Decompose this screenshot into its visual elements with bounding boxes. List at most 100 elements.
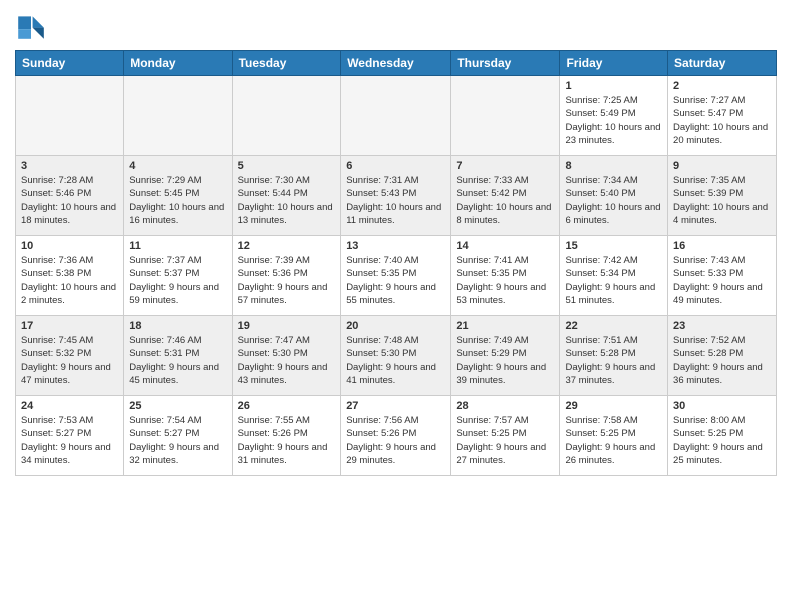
calendar-cell: 19 Sunrise: 7:47 AMSunset: 5:30 PMDayligh… [232,316,341,396]
day-number: 20 [346,320,445,332]
calendar-cell: 29Sunrise: 7:58 AMSunset: 5:25 PMDayligh… [560,396,668,476]
day-number: 5 [238,160,336,172]
day-number: 10 [21,240,118,252]
day-info: Sunrise: 7:46 AMSunset: 5:31 PMDaylight:… [129,334,226,387]
day-info: Sunrise: 7:58 AMSunset: 5:25 PMDaylight:… [565,414,662,467]
logo-icon [15,10,47,42]
calendar-header-sunday: Sunday [16,51,124,76]
day-number: 27 [346,400,445,412]
day-info: Sunrise: 7:52 AMSunset: 5:28 PMDaylight:… [673,334,771,387]
day-number: 11 [129,240,226,252]
day-info: Sunrise: 7:43 AMSunset: 5:33 PMDaylight:… [673,254,771,307]
calendar-cell: 28 Sunrise: 7:57 AMSunset: 5:25 PMDayligh… [451,396,560,476]
day-info: Sunrise: 7:40 AMSunset: 5:35 PMDaylight:… [346,254,445,307]
calendar-cell: 30 Sunrise: 8:00 AMSunset: 5:25 PMDayligh… [668,396,777,476]
calendar-cell: 13 Sunrise: 7:40 AMSunset: 5:35 PMDayligh… [341,236,451,316]
calendar-cell: 26Sunrise: 7:55 AMSunset: 5:26 PMDayligh… [232,396,341,476]
day-info: Sunrise: 7:37 AMSunset: 5:37 PMDaylight:… [129,254,226,307]
day-info: Sunrise: 7:53 AMSunset: 5:27 PMDaylight:… [21,414,118,467]
day-number: 24 [21,400,118,412]
day-number: 19 [238,320,336,332]
calendar-cell: 8Sunrise: 7:34 AMSunset: 5:40 PMDaylight… [560,156,668,236]
calendar-cell: 21 Sunrise: 7:49 AMSunset: 5:29 PMDayligh… [451,316,560,396]
page: SundayMondayTuesdayWednesdayThursdayFrid… [0,0,792,486]
day-number: 26 [238,400,336,412]
day-number: 1 [565,80,662,92]
calendar-cell: 2 Sunrise: 7:27 AMSunset: 5:47 PMDaylight… [668,76,777,156]
day-number: 14 [456,240,554,252]
calendar-cell: 11 Sunrise: 7:37 AMSunset: 5:37 PMDayligh… [124,236,232,316]
calendar-cell: 5 Sunrise: 7:30 AMSunset: 5:44 PMDaylight… [232,156,341,236]
calendar-week-row: 10 Sunrise: 7:36 AMSunset: 5:38 PMDayligh… [16,236,777,316]
day-info: Sunrise: 7:45 AMSunset: 5:32 PMDaylight:… [21,334,118,387]
day-number: 28 [456,400,554,412]
day-number: 9 [673,160,771,172]
day-number: 13 [346,240,445,252]
day-number: 15 [565,240,662,252]
calendar-cell: 20 Sunrise: 7:48 AMSunset: 5:30 PMDayligh… [341,316,451,396]
calendar-week-row: 24 Sunrise: 7:53 AMSunset: 5:27 PMDayligh… [16,396,777,476]
day-info: Sunrise: 7:41 AMSunset: 5:35 PMDaylight:… [456,254,554,307]
calendar-header-friday: Friday [560,51,668,76]
day-number: 18 [129,320,226,332]
calendar-cell: 3 Sunrise: 7:28 AMSunset: 5:46 PMDaylight… [16,156,124,236]
day-info: Sunrise: 7:57 AMSunset: 5:25 PMDaylight:… [456,414,554,467]
day-number: 21 [456,320,554,332]
calendar-cell [341,76,451,156]
day-info: Sunrise: 7:25 AMSunset: 5:49 PMDaylight:… [565,94,662,147]
day-info: Sunrise: 7:54 AMSunset: 5:27 PMDaylight:… [129,414,226,467]
calendar-header-thursday: Thursday [451,51,560,76]
header [15,10,777,42]
calendar-cell [232,76,341,156]
calendar-cell: 6 Sunrise: 7:31 AMSunset: 5:43 PMDaylight… [341,156,451,236]
day-number: 17 [21,320,118,332]
day-number: 23 [673,320,771,332]
day-info: Sunrise: 7:29 AMSunset: 5:45 PMDaylight:… [129,174,226,227]
calendar-cell: 14 Sunrise: 7:41 AMSunset: 5:35 PMDayligh… [451,236,560,316]
day-number: 22 [565,320,662,332]
calendar-cell: 22Sunrise: 7:51 AMSunset: 5:28 PMDayligh… [560,316,668,396]
day-info: Sunrise: 7:56 AMSunset: 5:26 PMDaylight:… [346,414,445,467]
day-info: Sunrise: 7:48 AMSunset: 5:30 PMDaylight:… [346,334,445,387]
day-number: 2 [673,80,771,92]
calendar-cell: 17 Sunrise: 7:45 AMSunset: 5:32 PMDayligh… [16,316,124,396]
calendar-header-row: SundayMondayTuesdayWednesdayThursdayFrid… [16,51,777,76]
logo [15,10,51,42]
day-number: 7 [456,160,554,172]
day-info: Sunrise: 7:47 AMSunset: 5:30 PMDaylight:… [238,334,336,387]
calendar-cell: 27 Sunrise: 7:56 AMSunset: 5:26 PMDayligh… [341,396,451,476]
day-info: Sunrise: 7:42 AMSunset: 5:34 PMDaylight:… [565,254,662,307]
day-info: Sunrise: 8:00 AMSunset: 5:25 PMDaylight:… [673,414,771,467]
day-number: 4 [129,160,226,172]
day-info: Sunrise: 7:27 AMSunset: 5:47 PMDaylight:… [673,94,771,147]
calendar-cell: 1 Sunrise: 7:25 AMSunset: 5:49 PMDaylight… [560,76,668,156]
day-info: Sunrise: 7:36 AMSunset: 5:38 PMDaylight:… [21,254,118,307]
calendar-week-row: 17 Sunrise: 7:45 AMSunset: 5:32 PMDayligh… [16,316,777,396]
calendar-cell: 23 Sunrise: 7:52 AMSunset: 5:28 PMDayligh… [668,316,777,396]
day-info: Sunrise: 7:34 AMSunset: 5:40 PMDaylight:… [565,174,662,227]
day-info: Sunrise: 7:31 AMSunset: 5:43 PMDaylight:… [346,174,445,227]
calendar-header-monday: Monday [124,51,232,76]
calendar-cell: 7 Sunrise: 7:33 AMSunset: 5:42 PMDaylight… [451,156,560,236]
calendar-cell: 24 Sunrise: 7:53 AMSunset: 5:27 PMDayligh… [16,396,124,476]
day-number: 6 [346,160,445,172]
calendar-header-wednesday: Wednesday [341,51,451,76]
calendar-cell: 16Sunrise: 7:43 AMSunset: 5:33 PMDayligh… [668,236,777,316]
calendar-cell: 12 Sunrise: 7:39 AMSunset: 5:36 PMDayligh… [232,236,341,316]
day-number: 12 [238,240,336,252]
calendar-cell [451,76,560,156]
calendar-cell: 18 Sunrise: 7:46 AMSunset: 5:31 PMDayligh… [124,316,232,396]
day-number: 3 [21,160,118,172]
calendar-cell: 9Sunrise: 7:35 AMSunset: 5:39 PMDaylight… [668,156,777,236]
day-info: Sunrise: 7:28 AMSunset: 5:46 PMDaylight:… [21,174,118,227]
day-info: Sunrise: 7:39 AMSunset: 5:36 PMDaylight:… [238,254,336,307]
calendar-cell [124,76,232,156]
calendar-header-saturday: Saturday [668,51,777,76]
calendar-cell: 10 Sunrise: 7:36 AMSunset: 5:38 PMDayligh… [16,236,124,316]
day-number: 25 [129,400,226,412]
day-info: Sunrise: 7:33 AMSunset: 5:42 PMDaylight:… [456,174,554,227]
calendar-cell: 4 Sunrise: 7:29 AMSunset: 5:45 PMDaylight… [124,156,232,236]
day-info: Sunrise: 7:49 AMSunset: 5:29 PMDaylight:… [456,334,554,387]
day-info: Sunrise: 7:30 AMSunset: 5:44 PMDaylight:… [238,174,336,227]
day-number: 30 [673,400,771,412]
